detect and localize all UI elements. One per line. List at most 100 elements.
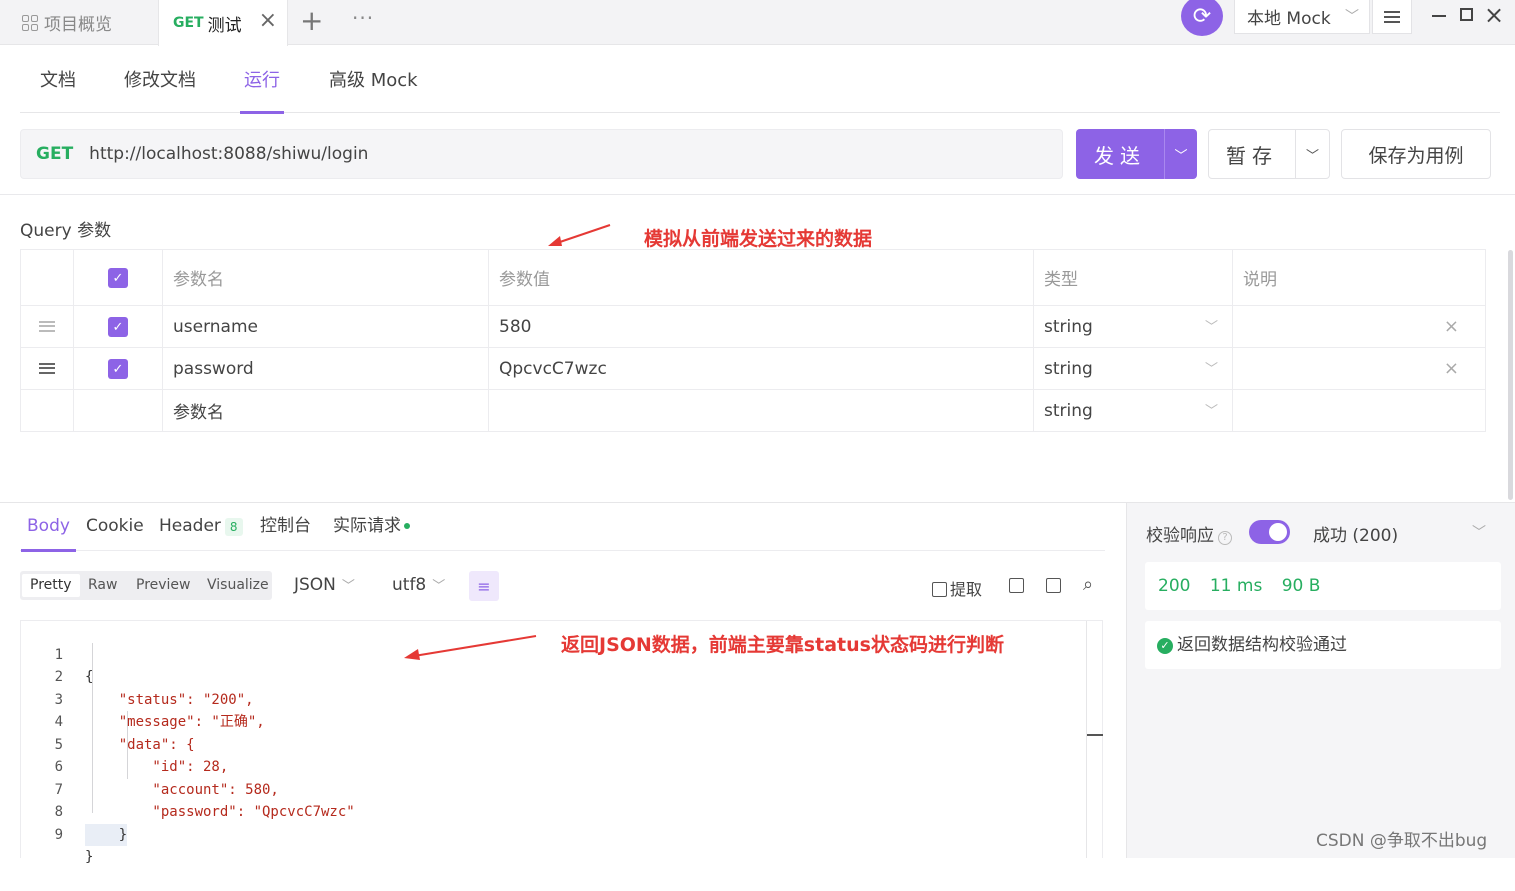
param-description-cell[interactable]: × bbox=[1232, 305, 1486, 348]
response-size: 90 B bbox=[1281, 576, 1321, 596]
window-minimize-icon[interactable] bbox=[1432, 15, 1446, 17]
view-raw[interactable]: Raw bbox=[80, 574, 125, 597]
delete-row-icon[interactable]: × bbox=[1444, 358, 1459, 379]
copy-icon[interactable] bbox=[1046, 576, 1064, 595]
drag-handle-icon[interactable] bbox=[39, 362, 55, 374]
drag-handle-icon[interactable] bbox=[39, 320, 55, 332]
drag-column-header bbox=[20, 249, 74, 306]
row-checkbox[interactable]: ✓ bbox=[108, 359, 128, 380]
tab-body[interactable]: Body bbox=[21, 503, 76, 552]
tab-header[interactable]: Header 8 bbox=[159, 503, 243, 551]
search-icon[interactable]: ⌕ bbox=[1083, 574, 1093, 595]
code-text: } bbox=[85, 823, 128, 846]
param-type-label: string bbox=[1044, 316, 1093, 337]
select-all-checkbox[interactable]: ✓ bbox=[108, 268, 128, 289]
annotation-arrow bbox=[404, 635, 537, 660]
chevron-down-icon: ﹀ bbox=[1204, 320, 1218, 335]
query-annotation: 模拟从前端发送过来的数据 bbox=[644, 228, 873, 250]
format-select[interactable]: JSON ﹀ bbox=[294, 575, 355, 595]
subtab-docs[interactable]: 文档 bbox=[40, 45, 76, 113]
menu-button[interactable] bbox=[1372, 0, 1412, 34]
extract-button[interactable]: 提取 bbox=[932, 576, 982, 600]
tab-request-test[interactable]: GET 测试 × bbox=[158, 0, 288, 46]
method-select[interactable]: GET bbox=[36, 144, 73, 164]
tab-actual-request[interactable]: 实际请求 bbox=[333, 503, 410, 551]
param-type-select[interactable]: string ﹀ bbox=[1033, 389, 1233, 432]
wrap-lines-icon[interactable]: ≡ bbox=[469, 571, 499, 601]
view-pretty[interactable]: Pretty bbox=[22, 574, 80, 597]
watermark: CSDN @争取不出bug bbox=[1316, 831, 1488, 851]
param-type-label: string bbox=[1044, 400, 1093, 421]
subtab-run[interactable]: 运行 bbox=[240, 45, 284, 114]
column-header-description: 说明 bbox=[1232, 249, 1486, 306]
save-dropdown-chevron-icon[interactable]: ﹀ bbox=[1295, 129, 1330, 179]
editor-scrollbar[interactable] bbox=[1086, 621, 1087, 858]
code-line: 4 "data": { bbox=[21, 689, 1101, 753]
param-type-select[interactable]: string ﹀ bbox=[1033, 305, 1233, 348]
column-header-value: 参数值 bbox=[488, 249, 1034, 306]
sync-icon[interactable]: ⟳ bbox=[1181, 0, 1223, 36]
format-label: JSON bbox=[294, 575, 336, 595]
tab-request-name: 测试 bbox=[207, 15, 242, 36]
verify-response-title: 校验响应? bbox=[1146, 521, 1232, 546]
param-value-cell[interactable]: 580 bbox=[488, 305, 1034, 348]
view-visualize[interactable]: Visualize bbox=[199, 574, 277, 597]
param-description-cell[interactable] bbox=[1232, 389, 1486, 432]
delete-row-icon[interactable]: × bbox=[1444, 316, 1459, 337]
param-name-cell[interactable]: username bbox=[162, 305, 489, 348]
more-tabs-icon[interactable]: ··· bbox=[352, 4, 374, 32]
window-close-icon[interactable]: × bbox=[1484, 0, 1504, 30]
divider bbox=[0, 194, 1515, 195]
param-value-cell[interactable]: QpcvcC7wzc bbox=[488, 347, 1034, 390]
param-type-label: string bbox=[1044, 358, 1093, 379]
query-params-table: ✓ 参数名 参数值 类型 说明 ✓ username 580 string ﹀ ×… bbox=[20, 249, 1486, 432]
params-scrollbar[interactable] bbox=[1508, 250, 1513, 500]
param-name-cell[interactable]: password bbox=[162, 347, 489, 390]
send-dropdown-chevron-icon[interactable]: ﹀ bbox=[1164, 129, 1197, 179]
encoding-select[interactable]: utf8 ﹀ bbox=[392, 575, 445, 595]
copy-icon-box bbox=[1046, 578, 1061, 593]
validation-result-text: 返回数据结构校验通过 bbox=[1177, 635, 1347, 655]
row-checkbox-cell bbox=[73, 389, 163, 432]
subtab-edit-docs[interactable]: 修改文档 bbox=[124, 45, 196, 113]
url-text[interactable]: http://localhost:8088/shiwu/login bbox=[89, 144, 368, 164]
encoding-label: utf8 bbox=[392, 575, 427, 595]
new-param-value-input[interactable] bbox=[488, 389, 1034, 432]
extract-icon bbox=[932, 582, 947, 597]
window-maximize-icon[interactable] bbox=[1460, 8, 1473, 21]
chevron-down-icon: ﹀ bbox=[1345, 9, 1359, 25]
download-icon[interactable] bbox=[1009, 576, 1027, 595]
save-draft-button[interactable]: 暂存 bbox=[1208, 129, 1296, 179]
close-icon[interactable]: × bbox=[259, 10, 277, 32]
tab-project-overview[interactable]: 项目概览 bbox=[0, 0, 158, 45]
verify-toggle[interactable] bbox=[1249, 520, 1290, 544]
drag-handle-cell bbox=[20, 389, 74, 432]
url-input[interactable]: GET http://localhost:8088/shiwu/login bbox=[20, 129, 1063, 179]
view-preview[interactable]: Preview bbox=[128, 574, 199, 597]
extract-label: 提取 bbox=[950, 580, 983, 599]
help-icon[interactable]: ? bbox=[1218, 531, 1232, 545]
editor-scroll-thumb[interactable] bbox=[1087, 734, 1103, 736]
chevron-down-icon: ﹀ bbox=[432, 579, 446, 594]
mock-environment-select[interactable]: 本地 Mock ﹀ bbox=[1234, 0, 1370, 34]
grid-icon bbox=[22, 14, 38, 31]
subtab-advanced-mock[interactable]: 高级 Mock bbox=[329, 45, 418, 113]
drag-handle-cell bbox=[20, 305, 74, 348]
column-header-name: 参数名 bbox=[162, 249, 489, 306]
send-button[interactable]: 发送 bbox=[1076, 129, 1164, 179]
new-tab-plus-icon[interactable]: + bbox=[300, 4, 323, 38]
top-tab-bar: 项目概览 GET 测试 × + ··· ⟳ 本地 Mock ﹀ × bbox=[0, 0, 1515, 46]
tab-cookie[interactable]: Cookie bbox=[86, 503, 144, 551]
param-type-select[interactable]: string ﹀ bbox=[1033, 347, 1233, 390]
param-description-cell[interactable]: × bbox=[1232, 347, 1486, 390]
verify-status-select[interactable]: 成功 (200) bbox=[1313, 521, 1398, 546]
save-as-case-button[interactable]: 保存为用例 bbox=[1341, 129, 1491, 179]
tab-console[interactable]: 控制台 bbox=[260, 503, 311, 551]
row-checkbox[interactable]: ✓ bbox=[108, 317, 128, 338]
new-param-name-input[interactable]: 参数名 bbox=[162, 389, 489, 432]
row-checkbox-cell: ✓ bbox=[73, 305, 163, 348]
code-line: 9 } bbox=[21, 801, 1101, 866]
chevron-down-icon[interactable]: ﹀ bbox=[1472, 522, 1486, 542]
response-time: 11 ms bbox=[1209, 576, 1263, 596]
tab-method-badge: GET bbox=[173, 15, 204, 31]
